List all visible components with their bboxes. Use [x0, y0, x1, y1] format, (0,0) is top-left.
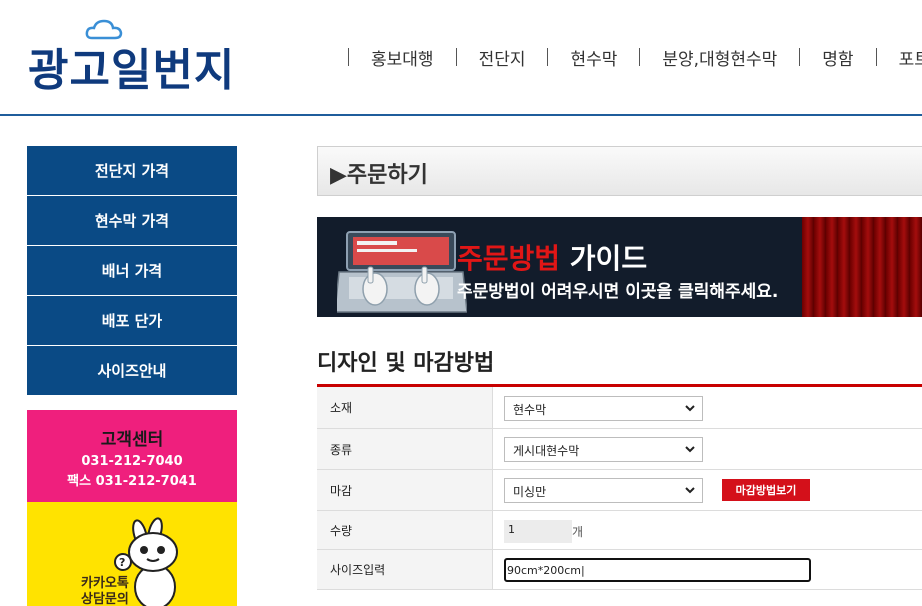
header-divider — [0, 114, 922, 116]
kakao-consult-button[interactable]: ? 카카오톡 상담문의 — [27, 502, 237, 606]
nav-separator — [455, 48, 457, 66]
page-title: ▶주문하기 — [330, 163, 428, 188]
section-title-bar: ▶주문하기 — [317, 146, 922, 196]
chevron-down-icon — [685, 446, 695, 453]
nav-separator — [547, 48, 549, 66]
kakao-consult-label: 카카오톡 상담문의 — [81, 576, 129, 606]
kakao-label-line2: 상담문의 — [81, 592, 129, 606]
banner-title: 주문방법 가이드 — [457, 237, 647, 277]
nav-item-portfolio[interactable]: 포트 — [899, 45, 922, 70]
form-row-finish: 마감 미싱만 마감방법보기 — [317, 470, 922, 511]
nav-item-promotion[interactable]: 홍보대행 — [371, 45, 434, 70]
banner-curtain-decoration — [802, 217, 922, 317]
banner-title-rest: 가이드 — [560, 242, 648, 275]
customer-center-box: 고객센터 031-212-7040 팩스 031-212-7041 — [27, 410, 237, 502]
size-label: 사이즈입력 — [317, 550, 493, 589]
form-heading: 디자인 및 마감방법 — [317, 351, 495, 376]
type-label: 종류 — [317, 429, 493, 469]
banner-title-highlight: 주문방법 — [457, 242, 561, 275]
nav-item-large-banner[interactable]: 분양,대형현수막 — [662, 45, 777, 70]
form-row-size: 사이즈입력 90cm*200cm| — [317, 550, 922, 590]
nav-separator — [348, 48, 349, 66]
nav-item-business-card[interactable]: 명함 — [822, 45, 853, 70]
customer-center-phone: 031-212-7040 — [81, 454, 183, 469]
nav-separator — [799, 48, 801, 66]
sidebar-item-size-guide[interactable]: 사이즈안내 — [27, 346, 237, 395]
quantity-input[interactable]: 1 — [504, 520, 572, 543]
quantity-label: 수량 — [317, 511, 493, 549]
cloud-icon — [85, 19, 123, 40]
sidebar-item-standing-banner-price[interactable]: 배너 가격 — [27, 246, 237, 295]
form-row-quantity: 수량 1 개 — [317, 511, 922, 550]
kakao-label-line1: 카카오톡 — [81, 576, 129, 591]
finish-guide-button[interactable]: 마감방법보기 — [722, 479, 810, 501]
laptop-hands-icon — [337, 231, 467, 313]
svg-text:?: ? — [119, 556, 125, 569]
sidebar-item-banner-price[interactable]: 현수막 가격 — [27, 196, 237, 245]
nav-item-flyer[interactable]: 전단지 — [479, 45, 526, 70]
size-input[interactable]: 90cm*200cm| — [504, 558, 811, 582]
finish-select-value: 미싱만 — [513, 485, 547, 499]
type-select[interactable]: 게시대현수막 — [504, 437, 703, 462]
nav-separator — [875, 48, 877, 66]
logo-text: 광고일번지 — [28, 45, 236, 96]
quantity-unit: 개 — [572, 525, 584, 539]
banner-subtitle: 주문방법이 어려우시면 이곳을 클릭해주세요. — [457, 282, 779, 302]
site-header: 광고일번지 홍보대행 전단지 현수막 분양,대형현수막 명함 포트 — [0, 0, 922, 114]
material-select-value: 현수막 — [513, 403, 547, 417]
finish-select[interactable]: 미싱만 — [504, 478, 703, 503]
chevron-down-icon — [685, 487, 695, 494]
form-row-material: 소재 현수막 — [317, 387, 922, 429]
finish-label: 마감 — [317, 470, 493, 510]
nav-separator — [639, 48, 641, 66]
customer-center-fax: 팩스 031-212-7041 — [67, 474, 197, 489]
main-nav: 홍보대행 전단지 현수막 분양,대형현수막 명함 포트 — [326, 44, 922, 70]
type-select-value: 게시대현수막 — [513, 444, 580, 458]
sidebar-item-flyer-price[interactable]: 전단지 가격 — [27, 146, 237, 195]
order-guide-banner[interactable]: 주문방법 가이드 주문방법이 어려우시면 이곳을 클릭해주세요. — [317, 217, 922, 317]
material-label: 소재 — [317, 387, 493, 428]
nav-item-banner[interactable]: 현수막 — [570, 45, 617, 70]
sidebar-menu: 전단지 가격 현수막 가격 배너 가격 배포 단가 사이즈안내 — [27, 146, 237, 396]
customer-center-title: 고객센터 — [100, 430, 164, 450]
material-select[interactable]: 현수막 — [504, 396, 703, 421]
sidebar-item-distribution-price[interactable]: 배포 단가 — [27, 296, 237, 345]
chevron-down-icon — [685, 405, 695, 412]
kakao-character-icon: ? — [114, 517, 178, 606]
form-row-type: 종류 게시대현수막 — [317, 429, 922, 470]
